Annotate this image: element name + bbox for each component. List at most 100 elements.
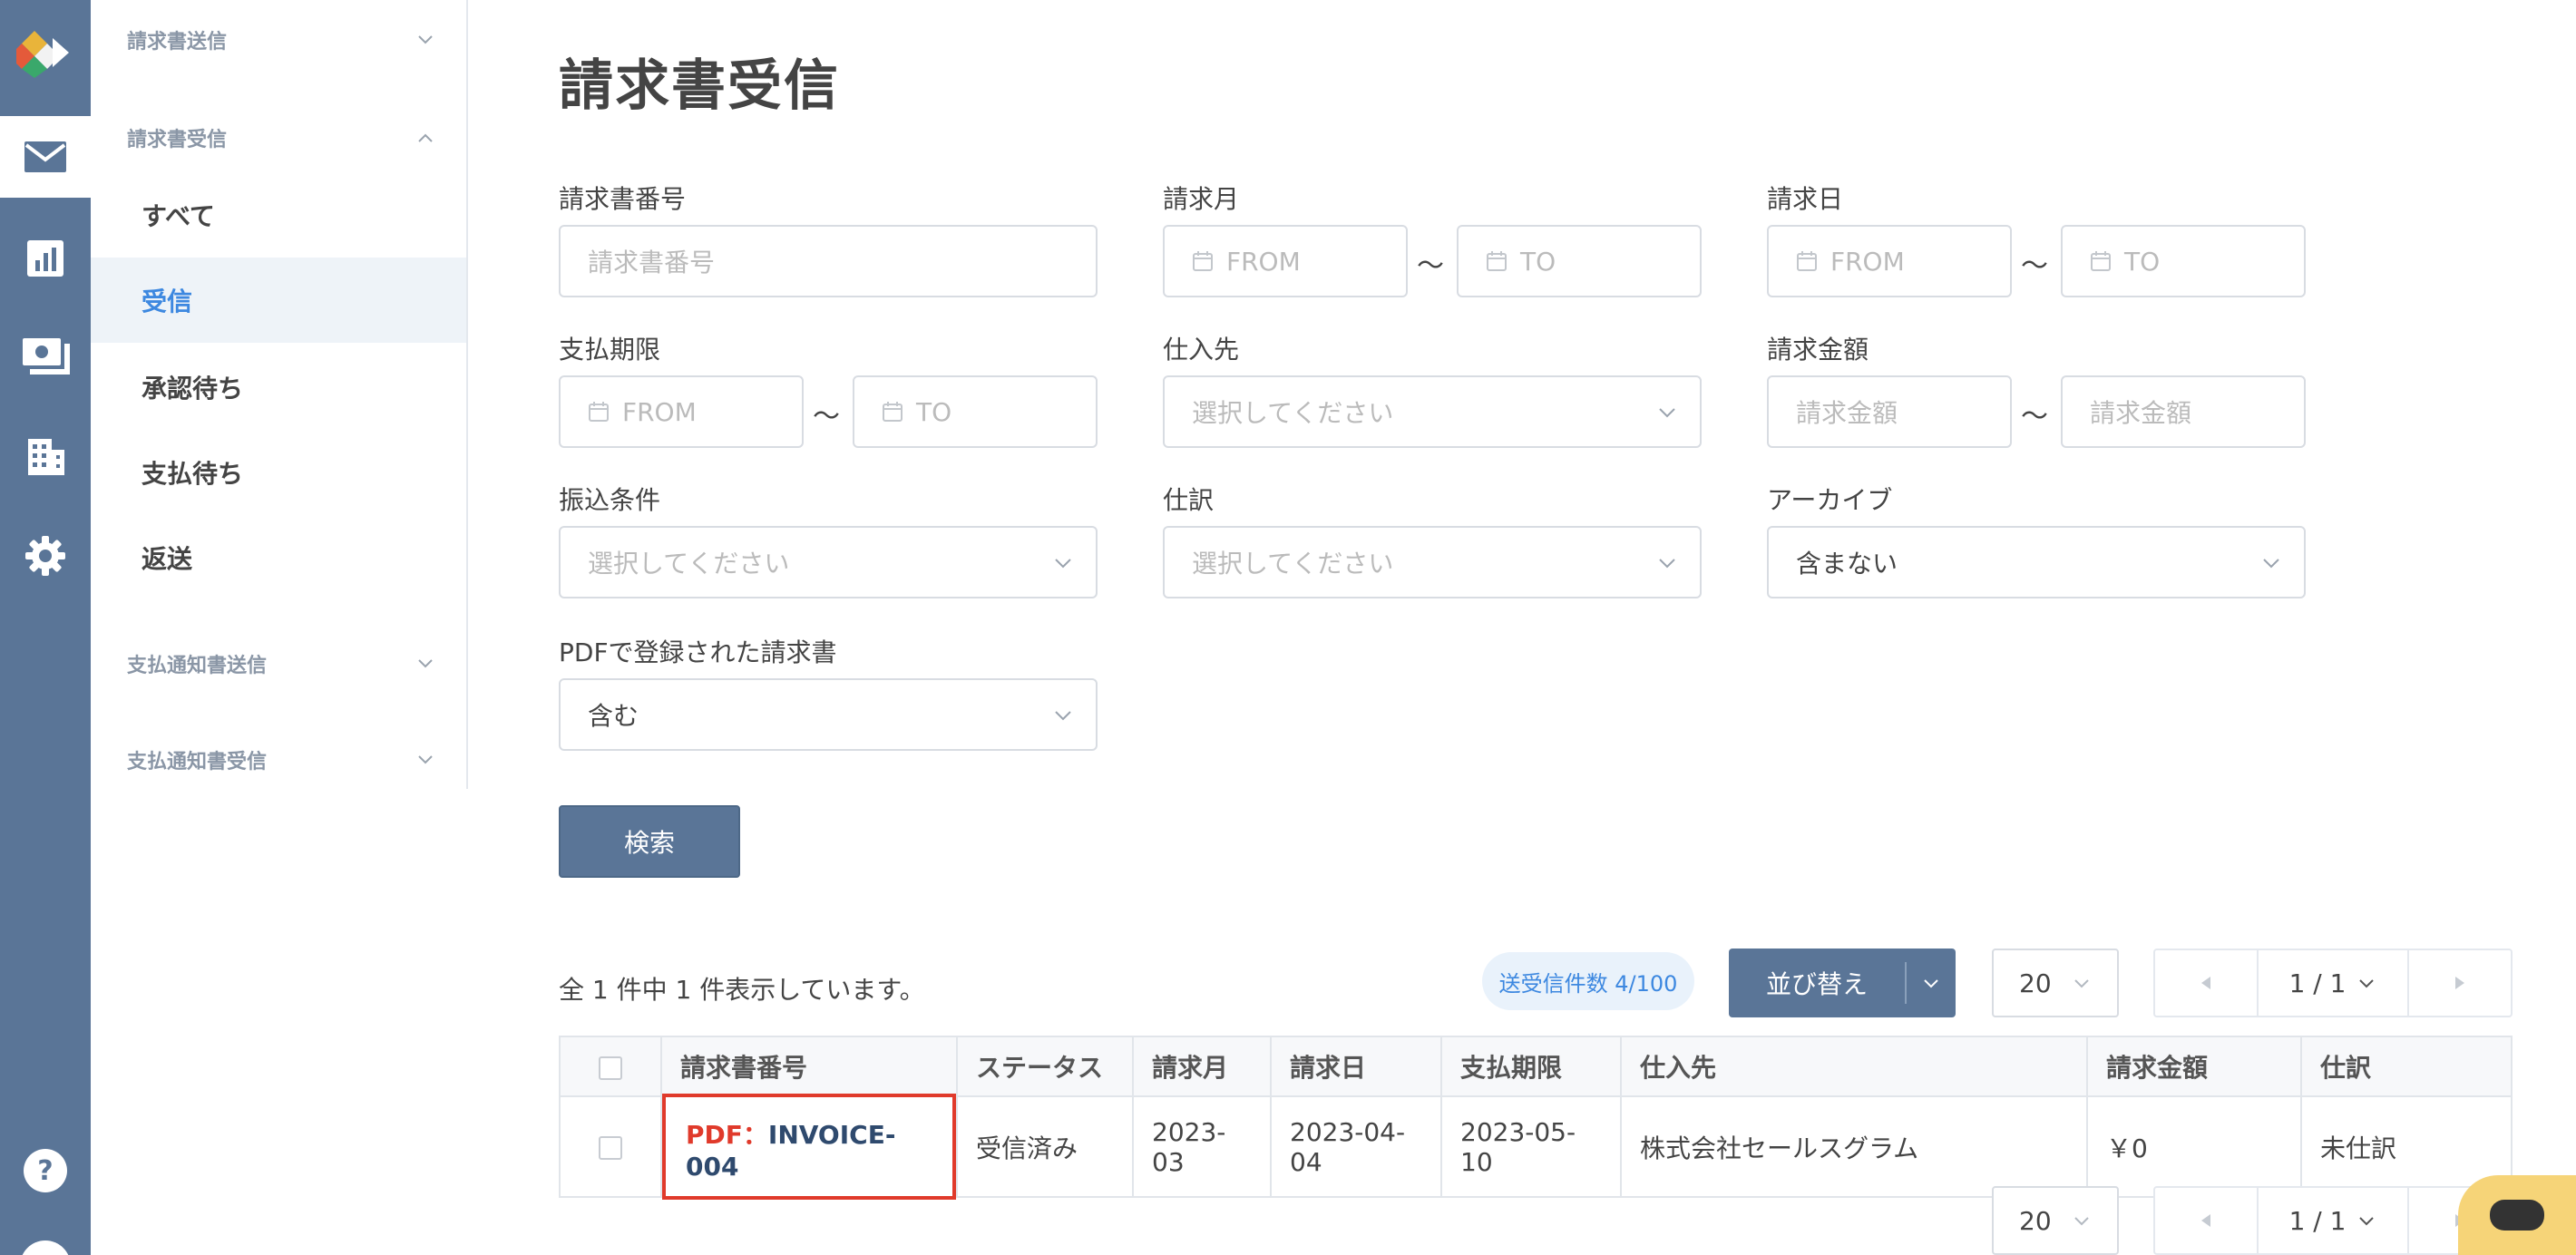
invoice-number-cell: PDF：INVOICE-004 xyxy=(660,1094,958,1200)
col-supplier[interactable]: 仕入先 xyxy=(1620,1036,2088,1097)
chat-widget-button[interactable] xyxy=(2458,1175,2576,1255)
chevron-down-icon xyxy=(418,659,433,668)
rail-item-payment[interactable] xyxy=(0,316,91,397)
nav-item-awaiting-payment[interactable]: 支払待ち xyxy=(91,430,466,515)
caret-left-icon xyxy=(2201,977,2210,989)
amount-placeholder: 請求金額 xyxy=(2090,398,2192,428)
chevron-down-icon xyxy=(2074,979,2089,988)
supplier-select[interactable]: 選択してください xyxy=(1163,375,1702,448)
date-cell: 2023-04-04 xyxy=(1270,1095,1442,1198)
sort-dropdown-toggle[interactable] xyxy=(1907,973,1956,993)
nav-group-payment-notice-send[interactable]: 支払通知書送信 xyxy=(127,646,435,682)
month-cell: 2023-03 xyxy=(1132,1095,1272,1198)
caret-right-icon xyxy=(2455,977,2464,989)
nav-group-label: 請求書受信 xyxy=(127,129,228,151)
invoice-table: 請求書番号 ステータス 請求月 請求日 支払期限 仕入先 請求金額 仕訳 PDF… xyxy=(559,1036,2513,1200)
building-icon xyxy=(28,439,64,475)
nav-group-invoice-send[interactable]: 請求書送信 xyxy=(127,22,435,58)
rail-item-settings[interactable] xyxy=(0,515,91,597)
journal-select[interactable]: 選択してください xyxy=(1163,526,1702,598)
due-cell: 2023-05-10 xyxy=(1440,1095,1622,1198)
transfer-select[interactable]: 選択してください xyxy=(559,526,1098,598)
chevron-down-icon xyxy=(1055,711,1071,721)
select-placeholder: 選択してください xyxy=(1192,549,1394,579)
supplier-cell: 株式会社セールスグラム xyxy=(1620,1095,2088,1198)
col-amount[interactable]: 請求金額 xyxy=(2086,1036,2302,1097)
invoice-date-from-input[interactable]: FROM xyxy=(1767,225,2012,297)
col-status[interactable]: ステータス xyxy=(956,1036,1134,1097)
page-select[interactable]: 1 / 1 xyxy=(2257,1188,2409,1253)
pdf-select[interactable]: 含む xyxy=(559,678,1098,751)
logo-icon[interactable] xyxy=(0,0,91,105)
nav-item-awaiting-approval[interactable]: 承認待ち xyxy=(91,345,466,430)
nav-group-payment-notice-receive[interactable]: 支払通知書受信 xyxy=(127,742,435,778)
chevron-up-icon xyxy=(418,133,433,142)
col-month[interactable]: 請求月 xyxy=(1132,1036,1272,1097)
amount-label: 請求金額 xyxy=(1767,335,1869,365)
nav-item-all[interactable]: すべて xyxy=(91,172,466,258)
amount-placeholder: 請求金額 xyxy=(1796,398,1898,428)
rail-item-company[interactable] xyxy=(0,415,91,497)
chevron-down-icon xyxy=(2074,1217,2089,1226)
due-date-from-input[interactable]: FROM xyxy=(559,375,804,448)
per-page-select-bottom[interactable]: 20 xyxy=(1992,1186,2119,1255)
search-button[interactable]: 検索 xyxy=(559,805,740,878)
rail-item-help[interactable]: ? xyxy=(0,1130,91,1211)
nav-item-received[interactable]: 受信 xyxy=(91,258,466,343)
invoice-date-to-input[interactable]: TO xyxy=(2061,225,2306,297)
amount-from-input[interactable]: 請求金額 xyxy=(1767,375,2012,448)
select-all-checkbox[interactable] xyxy=(599,1056,622,1080)
invoice-number-label: 請求書番号 xyxy=(559,184,687,214)
range-separator: 〜 xyxy=(1417,250,1444,282)
due-date-to-input[interactable]: TO xyxy=(853,375,1098,448)
nav-item-returned[interactable]: 返送 xyxy=(91,515,466,600)
nav-group-invoice-receive[interactable]: 請求書受信 xyxy=(127,120,435,156)
rail-item-mail[interactable] xyxy=(0,116,91,198)
transfer-label: 振込条件 xyxy=(559,485,661,515)
nav-item-label: 承認待ち xyxy=(141,374,244,404)
chevron-down-icon xyxy=(2359,1217,2375,1226)
per-page-select[interactable]: 20 xyxy=(1992,949,2119,1017)
nav-item-label: すべて xyxy=(141,201,215,231)
sort-button[interactable]: 並び替え xyxy=(1729,949,1956,1017)
range-separator: 〜 xyxy=(2021,401,2048,433)
page-select[interactable]: 1 / 1 xyxy=(2257,950,2409,1016)
chevron-down-icon xyxy=(2263,559,2279,569)
archive-label: アーカイブ xyxy=(1767,485,1893,515)
chevron-down-icon xyxy=(1055,559,1071,569)
calendar-icon xyxy=(883,402,903,422)
quota-badge: 送受信件数 4/100 xyxy=(1482,952,1694,1010)
table-row[interactable]: PDF：INVOICE-004 受信済み 2023-03 2023-04-04 … xyxy=(559,1094,2513,1200)
nav-item-label: 支払待ち xyxy=(141,459,244,489)
chart-icon xyxy=(27,240,63,277)
invoice-month-from-input[interactable]: FROM xyxy=(1163,225,1408,297)
invoice-month-label: 請求月 xyxy=(1163,184,1240,214)
next-page-button[interactable] xyxy=(2409,950,2511,1016)
col-journal[interactable]: 仕訳 xyxy=(2300,1036,2513,1097)
prev-page-button[interactable] xyxy=(2155,1188,2257,1253)
nav-group-label: 支払通知書送信 xyxy=(127,655,268,677)
calendar-icon xyxy=(1797,251,1817,271)
from-placeholder: FROM xyxy=(622,396,697,427)
col-due[interactable]: 支払期限 xyxy=(1440,1036,1622,1097)
icon-rail: ? xyxy=(0,0,91,1255)
amount-to-input[interactable]: 請求金額 xyxy=(2061,375,2306,448)
rail-item-report[interactable] xyxy=(0,218,91,299)
calendar-icon xyxy=(1487,251,1507,271)
sort-label: 並び替え xyxy=(1765,969,1868,999)
svg-text:?: ? xyxy=(37,1155,53,1187)
status-cell: 受信済み xyxy=(956,1095,1134,1198)
invoice-number-input[interactable]: 請求書番号 xyxy=(559,225,1098,297)
prev-page-button[interactable] xyxy=(2155,950,2257,1016)
row-checkbox[interactable] xyxy=(599,1136,622,1160)
money-icon xyxy=(23,338,70,375)
col-invoice-number[interactable]: 請求書番号 xyxy=(660,1036,958,1097)
invoice-link[interactable]: PDF：INVOICE-004 xyxy=(662,1094,956,1200)
col-date[interactable]: 請求日 xyxy=(1270,1036,1442,1097)
invoice-month-to-input[interactable]: TO xyxy=(1457,225,1702,297)
nav-group-label: 請求書送信 xyxy=(127,31,228,54)
pdf-label: PDFで登録された請求書 xyxy=(559,637,837,667)
archive-select[interactable]: 含まない xyxy=(1767,526,2306,598)
chevron-down-icon xyxy=(1924,979,1938,988)
avatar[interactable] xyxy=(20,1240,71,1255)
